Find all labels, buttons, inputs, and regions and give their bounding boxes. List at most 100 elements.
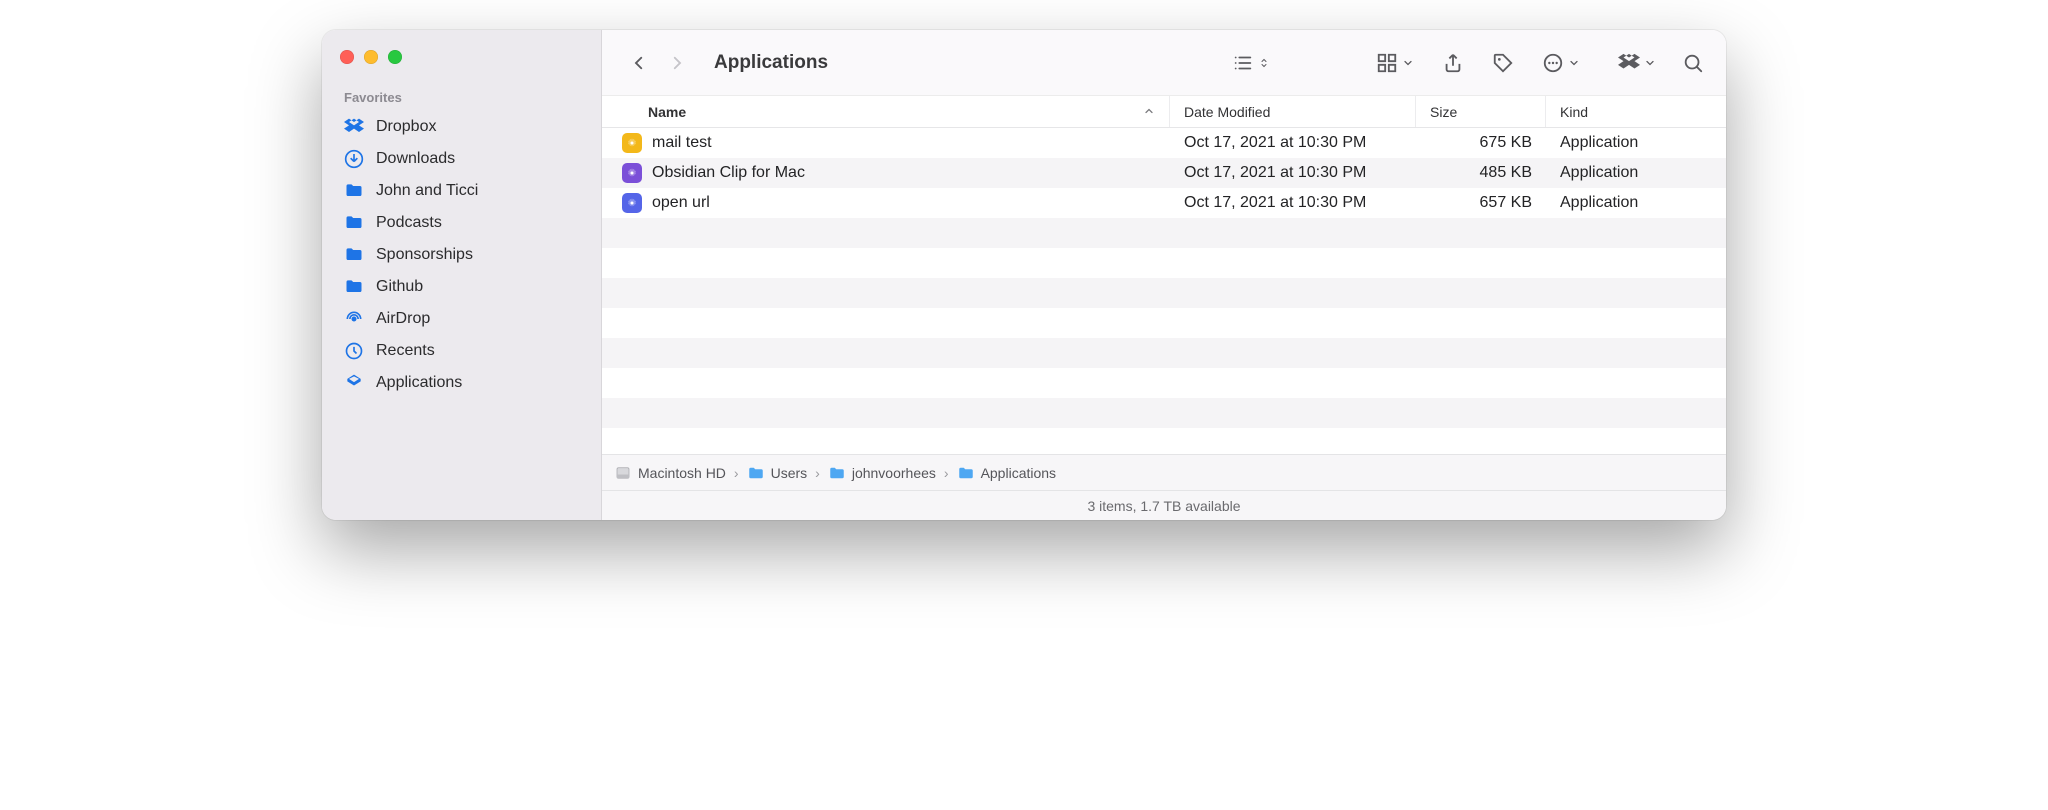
column-header-size[interactable]: Size [1416, 96, 1546, 127]
empty-row [602, 338, 1726, 368]
sidebar-section-title: Favorites [322, 82, 601, 111]
finder-window: Favorites Dropbox Downloads John and Tic… [322, 30, 1726, 520]
updown-icon [1258, 57, 1270, 69]
sidebar-item-label: Applications [376, 374, 462, 392]
sidebar-item-label: Sponsorships [376, 246, 473, 264]
folder-icon [344, 245, 364, 265]
forward-button[interactable] [662, 48, 692, 78]
sidebar-item-applications[interactable]: Applications [322, 367, 601, 399]
more-icon [1542, 52, 1564, 74]
file-name: Obsidian Clip for Mac [652, 164, 805, 182]
sidebar-item-github[interactable]: Github [322, 271, 601, 303]
share-button[interactable] [1442, 52, 1464, 74]
app-icon [622, 133, 642, 153]
file-size: 657 KB [1416, 194, 1546, 212]
folder-icon [957, 464, 975, 482]
sidebar-item-label: Github [376, 278, 423, 296]
search-button[interactable] [1682, 52, 1704, 74]
sidebar-item-sponsorships[interactable]: Sponsorships [322, 239, 601, 271]
file-name: mail test [652, 134, 712, 152]
file-row[interactable]: Obsidian Clip for Mac Oct 17, 2021 at 10… [602, 158, 1726, 188]
airdrop-icon [344, 309, 364, 329]
dropbox-icon [1618, 52, 1640, 74]
path-label: Users [771, 465, 808, 481]
file-kind: Application [1546, 194, 1726, 212]
path-label: Macintosh HD [638, 465, 726, 481]
file-kind: Application [1546, 134, 1726, 152]
window-controls [322, 40, 601, 82]
sidebar-item-label: Downloads [376, 150, 455, 168]
clock-icon [344, 341, 364, 361]
download-icon [344, 149, 364, 169]
disk-icon [614, 464, 632, 482]
sidebar-item-label: AirDrop [376, 310, 430, 328]
sidebar-item-airdrop[interactable]: AirDrop [322, 303, 601, 335]
sidebar-item-dropbox[interactable]: Dropbox [322, 111, 601, 143]
folder-icon [344, 181, 364, 201]
grid-icon [1376, 52, 1398, 74]
chevron-down-icon [1568, 57, 1580, 69]
file-row[interactable]: mail test Oct 17, 2021 at 10:30 PM 675 K… [602, 128, 1726, 158]
dropbox-toolbar-button[interactable] [1618, 52, 1656, 74]
file-kind: Application [1546, 164, 1726, 182]
column-header-date[interactable]: Date Modified [1170, 96, 1416, 127]
folder-icon [344, 277, 364, 297]
file-row[interactable]: open url Oct 17, 2021 at 10:30 PM 657 KB… [602, 188, 1726, 218]
fullscreen-window-button[interactable] [388, 50, 402, 64]
share-icon [1442, 52, 1464, 74]
column-header-name[interactable]: Name [602, 96, 1170, 127]
sidebar: Favorites Dropbox Downloads John and Tic… [322, 30, 602, 520]
tag-icon [1492, 52, 1514, 74]
chevron-right-icon: › [944, 465, 949, 481]
sidebar-item-label: John and Ticci [376, 182, 478, 200]
empty-row [602, 428, 1726, 454]
close-window-button[interactable] [340, 50, 354, 64]
group-by-button[interactable] [1376, 52, 1414, 74]
column-label: Date Modified [1184, 104, 1270, 120]
path-segment-disk[interactable]: Macintosh HD [614, 464, 726, 482]
actions-button[interactable] [1542, 52, 1580, 74]
sidebar-item-label: Recents [376, 342, 435, 360]
column-label: Size [1430, 104, 1457, 120]
file-name: open url [652, 194, 710, 212]
path-segment-user[interactable]: johnvoorhees [828, 464, 936, 482]
empty-row [602, 278, 1726, 308]
folder-icon [344, 213, 364, 233]
path-segment-users[interactable]: Users [747, 464, 808, 482]
empty-row [602, 218, 1726, 248]
sidebar-item-label: Podcasts [376, 214, 442, 232]
column-header-kind[interactable]: Kind [1546, 96, 1726, 127]
tags-button[interactable] [1492, 52, 1514, 74]
sidebar-item-recents[interactable]: Recents [322, 335, 601, 367]
column-label: Name [648, 104, 686, 120]
path-bar: Macintosh HD › Users › johnvoorhees › Ap… [602, 454, 1726, 490]
chevron-right-icon: › [734, 465, 739, 481]
view-list-button[interactable] [1232, 52, 1270, 74]
dropbox-icon [344, 117, 364, 137]
path-label: Applications [981, 465, 1057, 481]
empty-row [602, 368, 1726, 398]
back-button[interactable] [624, 48, 654, 78]
sidebar-item-podcasts[interactable]: Podcasts [322, 207, 601, 239]
status-bar: 3 items, 1.7 TB available [602, 490, 1726, 520]
file-size: 675 KB [1416, 134, 1546, 152]
sort-ascending-icon [1143, 104, 1155, 120]
empty-row [602, 398, 1726, 428]
folder-icon [828, 464, 846, 482]
toolbar: Applications [602, 30, 1726, 96]
window-title: Applications [714, 52, 828, 74]
sidebar-item-downloads[interactable]: Downloads [322, 143, 601, 175]
chevron-down-icon [1644, 57, 1656, 69]
minimize-window-button[interactable] [364, 50, 378, 64]
sidebar-item-john-and-ticci[interactable]: John and Ticci [322, 175, 601, 207]
file-list: mail test Oct 17, 2021 at 10:30 PM 675 K… [602, 128, 1726, 454]
folder-icon [747, 464, 765, 482]
chevron-right-icon: › [815, 465, 820, 481]
app-icon [622, 193, 642, 213]
empty-row [602, 248, 1726, 278]
list-icon [1232, 52, 1254, 74]
sidebar-item-label: Dropbox [376, 118, 436, 136]
path-label: johnvoorhees [852, 465, 936, 481]
main-pane: Applications [602, 30, 1726, 520]
path-segment-applications[interactable]: Applications [957, 464, 1057, 482]
